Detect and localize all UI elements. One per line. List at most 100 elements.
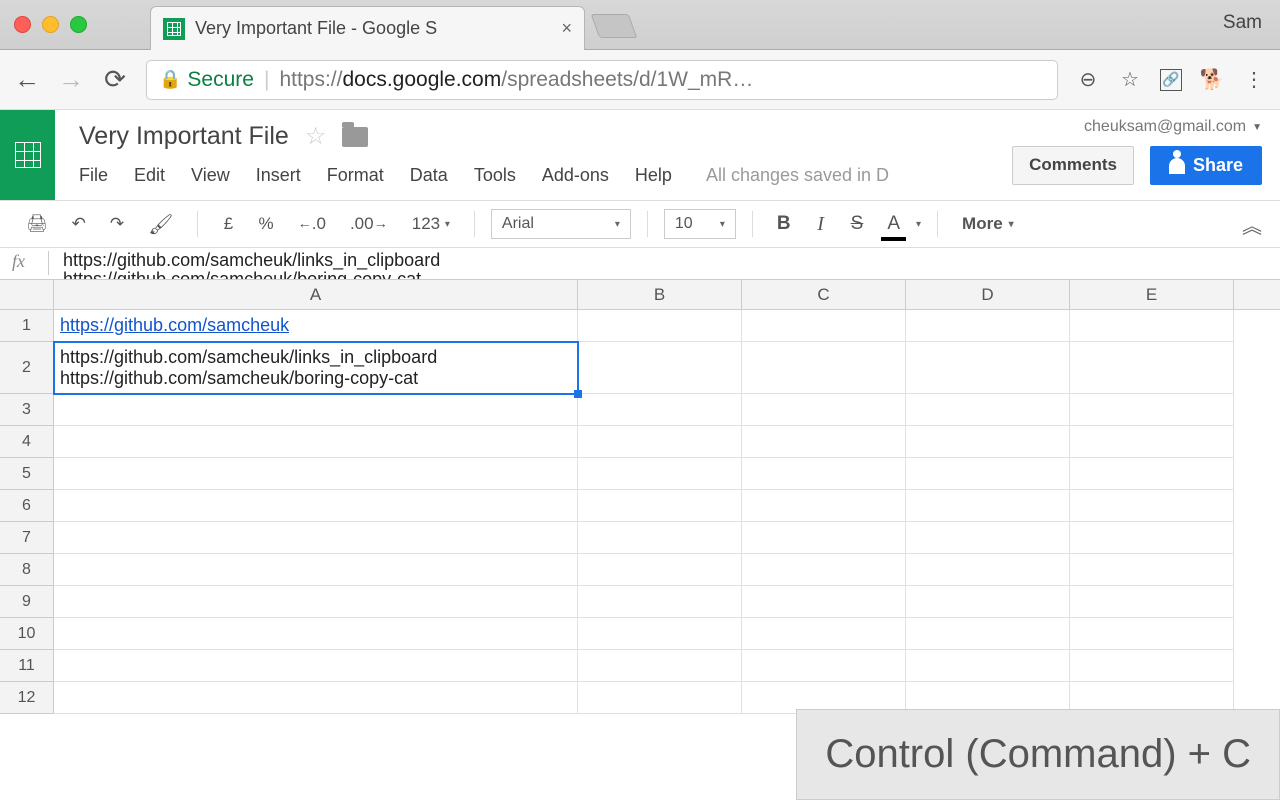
cell-a12[interactable] [54, 682, 578, 714]
zoom-out-icon[interactable]: ⊖ [1076, 68, 1100, 92]
currency-button[interactable]: £ [214, 209, 242, 239]
number-format-button[interactable]: 123 ▾ [404, 209, 458, 239]
formula-content[interactable]: https://github.com/samcheuk/links_in_cli… [63, 251, 440, 280]
formula-bar[interactable]: fx https://github.com/samcheuk/links_in_… [0, 248, 1280, 280]
cell-a5[interactable] [54, 458, 578, 490]
cell-c6[interactable] [742, 490, 906, 522]
cell-a2[interactable]: https://github.com/samcheuk/links_in_cli… [54, 342, 578, 394]
menu-edit[interactable]: Edit [134, 165, 165, 186]
cell-c5[interactable] [742, 458, 906, 490]
col-header-d[interactable]: D [906, 280, 1070, 309]
cell-a6[interactable] [54, 490, 578, 522]
cell-d11[interactable] [906, 650, 1070, 682]
more-tools-button[interactable]: More▾ [954, 209, 1022, 239]
row-header-7[interactable]: 7 [0, 522, 54, 554]
forward-button[interactable]: → [58, 67, 84, 93]
row-header-12[interactable]: 12 [0, 682, 54, 714]
increase-decimal-button[interactable]: .00→ [342, 209, 396, 239]
menu-addons[interactable]: Add-ons [542, 165, 609, 186]
cell-d3[interactable] [906, 394, 1070, 426]
row-header-5[interactable]: 5 [0, 458, 54, 490]
menu-tools[interactable]: Tools [474, 165, 516, 186]
cell-c11[interactable] [742, 650, 906, 682]
row-header-8[interactable]: 8 [0, 554, 54, 586]
cell-c8[interactable] [742, 554, 906, 586]
row-header-2[interactable]: 2 [0, 342, 54, 394]
selection-handle[interactable] [574, 390, 582, 398]
cell-e11[interactable] [1070, 650, 1234, 682]
menu-format[interactable]: Format [327, 165, 384, 186]
cell-d9[interactable] [906, 586, 1070, 618]
cell-b4[interactable] [578, 426, 742, 458]
row-header-6[interactable]: 6 [0, 490, 54, 522]
col-header-c[interactable]: C [742, 280, 906, 309]
reload-button[interactable]: ⟳ [102, 67, 128, 93]
row-header-9[interactable]: 9 [0, 586, 54, 618]
menu-help[interactable]: Help [635, 165, 672, 186]
cell-b3[interactable] [578, 394, 742, 426]
cell-a10[interactable] [54, 618, 578, 650]
text-color-button[interactable]: A [879, 209, 908, 239]
cell-c10[interactable] [742, 618, 906, 650]
col-header-e[interactable]: E [1070, 280, 1234, 309]
comments-button[interactable]: Comments [1012, 146, 1134, 185]
cell-d8[interactable] [906, 554, 1070, 586]
cell-b6[interactable] [578, 490, 742, 522]
row-header-1[interactable]: 1 [0, 310, 54, 342]
cell-b2[interactable] [578, 342, 742, 394]
cell-e2[interactable] [1070, 342, 1234, 394]
menu-insert[interactable]: Insert [256, 165, 301, 186]
cell-a4[interactable] [54, 426, 578, 458]
decrease-decimal-button[interactable]: ←.0 [290, 209, 334, 239]
cell-c7[interactable] [742, 522, 906, 554]
cell-e9[interactable] [1070, 586, 1234, 618]
folder-icon[interactable] [342, 127, 368, 147]
col-header-b[interactable]: B [578, 280, 742, 309]
cell-e6[interactable] [1070, 490, 1234, 522]
cell-e1[interactable] [1070, 310, 1234, 342]
bookmark-star-icon[interactable]: ☆ [1118, 68, 1142, 92]
back-button[interactable]: ← [14, 67, 40, 93]
menu-view[interactable]: View [191, 165, 230, 186]
strikethrough-button[interactable]: S [843, 209, 872, 239]
print-icon[interactable]: 🖨 [18, 209, 56, 239]
cell-c3[interactable] [742, 394, 906, 426]
cell-a9[interactable] [54, 586, 578, 618]
undo-icon[interactable]: ↶ [64, 209, 94, 239]
menu-file[interactable]: File [79, 165, 108, 186]
cell-d7[interactable] [906, 522, 1070, 554]
italic-button[interactable]: I [807, 209, 835, 239]
cell-d1[interactable] [906, 310, 1070, 342]
browser-tab[interactable]: Very Important File - Google S × [150, 6, 585, 50]
cell-c2[interactable] [742, 342, 906, 394]
cell-e10[interactable] [1070, 618, 1234, 650]
cell-e3[interactable] [1070, 394, 1234, 426]
chrome-profile-name[interactable]: Sam [1223, 12, 1262, 34]
percent-button[interactable]: % [250, 209, 281, 239]
extension-greyhound-icon[interactable]: 🐕 [1200, 68, 1224, 92]
cell-a1[interactable]: https://github.com/samcheuk [54, 310, 578, 342]
cell-a8[interactable] [54, 554, 578, 586]
close-window-button[interactable] [14, 16, 31, 33]
cell-b8[interactable] [578, 554, 742, 586]
select-all-cell[interactable] [0, 280, 54, 309]
cell-b11[interactable] [578, 650, 742, 682]
document-title[interactable]: Very Important File [79, 122, 289, 151]
url-input[interactable]: 🔒 Secure | https://docs.google.com/sprea… [146, 60, 1058, 100]
chrome-menu-icon[interactable]: ⋮ [1242, 68, 1266, 92]
row-header-10[interactable]: 10 [0, 618, 54, 650]
minimize-window-button[interactable] [42, 16, 59, 33]
new-tab-button[interactable] [591, 14, 638, 38]
user-email[interactable]: cheuksam@gmail.com ▼ [1084, 118, 1262, 136]
cell-c4[interactable] [742, 426, 906, 458]
font-family-select[interactable]: Arial▾ [491, 209, 631, 239]
paint-format-icon[interactable]: 🖌 [140, 209, 181, 239]
row-header-11[interactable]: 11 [0, 650, 54, 682]
cell-d4[interactable] [906, 426, 1070, 458]
cell-c9[interactable] [742, 586, 906, 618]
cell-a3[interactable] [54, 394, 578, 426]
share-button[interactable]: Share [1150, 146, 1262, 185]
col-header-a[interactable]: A [54, 280, 578, 309]
cell-d2[interactable] [906, 342, 1070, 394]
cell-b10[interactable] [578, 618, 742, 650]
